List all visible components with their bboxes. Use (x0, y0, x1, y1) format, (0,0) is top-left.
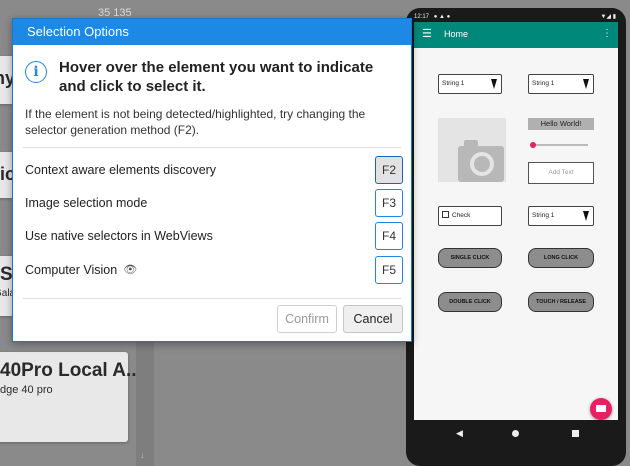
spinner-3[interactable]: String 1 (528, 206, 594, 226)
checkbox-icon[interactable] (442, 211, 449, 218)
option-label: Computer Vision (25, 263, 118, 277)
single-click-button[interactable]: SINGLE CLICK (438, 248, 502, 268)
spinner-2-label: String 1 (532, 80, 555, 87)
eye-icon[interactable]: 👁 (123, 263, 137, 276)
checkbox-label: Check (452, 212, 471, 219)
f3-button[interactable]: F3 (375, 189, 403, 217)
help-text: If the element is not being detected/hig… (25, 107, 366, 137)
app-screen: String 1 String 1 Hello World! Add Text … (414, 48, 618, 420)
status-time: 12:17 (414, 14, 430, 20)
dialog-heading: Hover over the element you want to indic… (59, 59, 374, 95)
info-icon: i (25, 61, 47, 83)
status-signal-battery-icons: ▼◢ ▮ (600, 14, 616, 20)
spinner-2[interactable]: String 1 (528, 74, 594, 94)
divider (23, 147, 401, 148)
overflow-menu-icon[interactable]: ⋮ (602, 28, 612, 39)
bg-card-4-title: 40Pro Local A... (0, 360, 142, 381)
add-text-input[interactable]: Add Text (528, 162, 594, 184)
camera-icon (458, 140, 504, 182)
menu-icon[interactable]: ☰ (422, 27, 432, 40)
bg-card-4[interactable]: 40Pro Local A... dge 40 pro (0, 352, 142, 442)
android-nav-bar: ◀ (414, 420, 618, 450)
seekbar-thumb[interactable] (530, 142, 536, 148)
dropdown-arrow-icon (583, 211, 589, 221)
device-mirror: 12:17 ● ▲ ● ▼◢ ▮ ☰ Home ⋮ String 1 Strin… (406, 8, 626, 466)
home-icon[interactable] (512, 430, 519, 437)
option-computer-vision: Computer Vision 👁 F5 (13, 256, 413, 284)
dropdown-arrow-icon (491, 79, 497, 89)
back-icon[interactable]: ◀ (456, 428, 463, 439)
confirm-button[interactable]: Confirm (277, 305, 337, 333)
mail-icon (596, 405, 606, 412)
bg-card-4-sub: dge 40 pro (0, 384, 53, 396)
spinner-1[interactable]: String 1 (438, 74, 502, 94)
f2-button[interactable]: F2 (375, 156, 403, 184)
scroll-down-icon[interactable]: ↓ (140, 450, 145, 460)
spinner-1-label: String 1 (442, 80, 465, 87)
selection-options-dialog: Selection Options i Hover over the eleme… (12, 18, 412, 342)
double-click-button[interactable]: DOUBLE CLICK (438, 292, 502, 312)
dialog-title: Selection Options (13, 19, 411, 45)
appbar-title: Home (444, 29, 469, 39)
option-label: Image selection mode (25, 196, 148, 210)
app-bar: ☰ Home ⋮ (414, 22, 618, 48)
spinner-3-label: String 1 (532, 212, 555, 219)
hello-world-label: Hello World! (528, 118, 594, 130)
bg-scrollbar[interactable]: ↓ (136, 342, 154, 466)
f5-button[interactable]: F5 (375, 256, 403, 284)
f4-button[interactable]: F4 (375, 222, 403, 250)
status-bar: 12:17 ● ▲ ● ▼◢ ▮ (414, 12, 618, 22)
recents-icon[interactable] (572, 430, 579, 437)
option-label-row: Computer Vision 👁 (25, 263, 137, 277)
option-image-selection: Image selection mode F3 (13, 189, 413, 217)
image-placeholder (438, 118, 506, 182)
long-click-button[interactable]: LONG CLICK (528, 248, 594, 268)
dropdown-arrow-icon (583, 79, 589, 89)
checkbox-check[interactable]: Check (438, 206, 502, 226)
option-native-selectors: Use native selectors in WebViews F4 (13, 222, 413, 250)
info-row: i Hover over the element you want to ind… (13, 45, 411, 96)
seekbar[interactable] (530, 142, 588, 148)
option-context-aware: Context aware elements discovery F2 (13, 156, 413, 184)
footer-divider (23, 298, 401, 299)
option-label: Context aware elements discovery (25, 163, 217, 177)
bg-card-3-title: S (0, 264, 13, 285)
option-label: Use native selectors in WebViews (25, 229, 213, 243)
touch-release-button[interactable]: TOUCH / RELEASE (528, 292, 594, 312)
cancel-button[interactable]: Cancel (343, 305, 403, 333)
fab-mail-button[interactable] (590, 398, 612, 420)
status-notification-icons: ● ▲ ● (433, 14, 451, 20)
